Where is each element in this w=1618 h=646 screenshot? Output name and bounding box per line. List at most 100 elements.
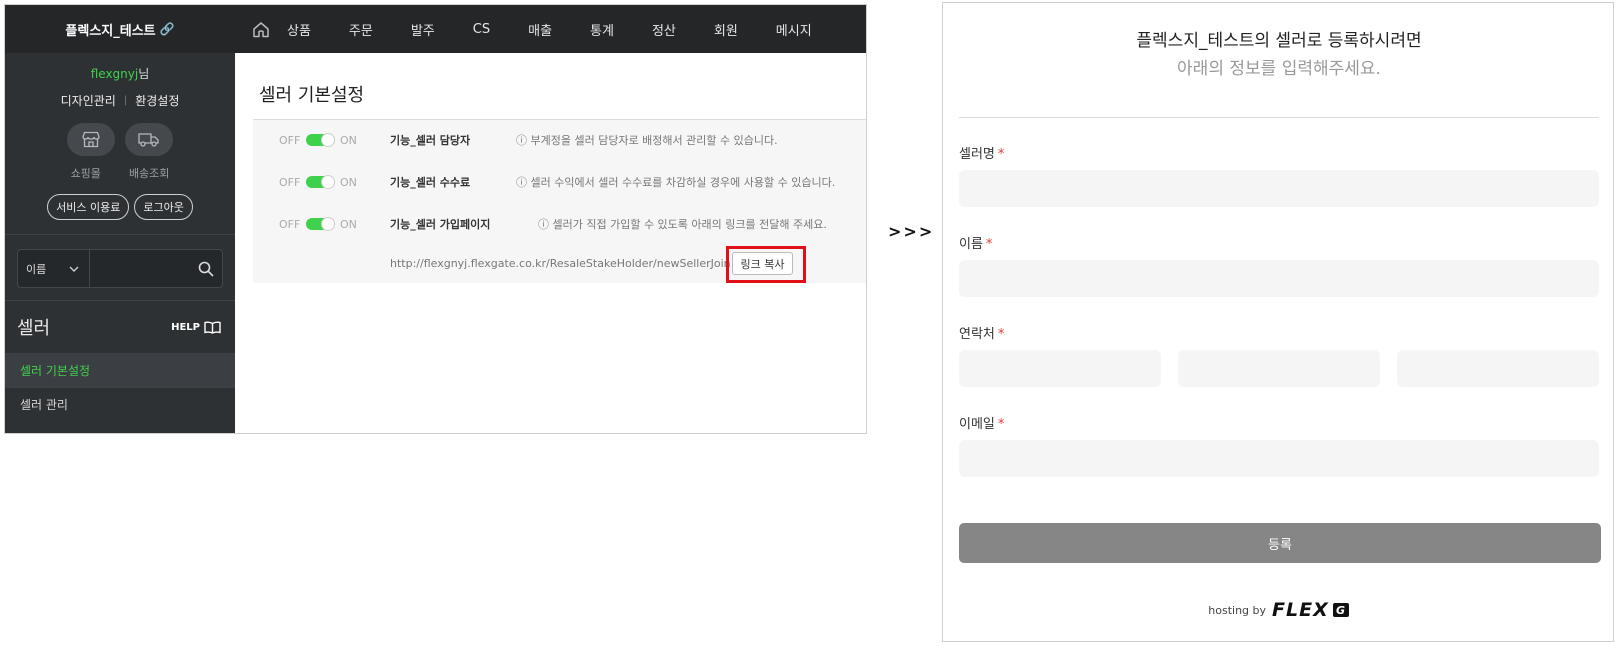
user-links: 디자인관리 | 환경설정 (5, 92, 235, 109)
field-label-text: 이름 (959, 237, 983, 252)
design-manage-link[interactable]: 디자인관리 (61, 92, 116, 109)
link-icon: 🔗 (159, 22, 175, 36)
nav-purchase-orders[interactable]: 발주 (411, 20, 435, 39)
required-mark: * (985, 237, 993, 252)
page-title: 셀러 기본설정 (259, 85, 365, 106)
admin-screen: 플렉스지_테스트 🔗 flexgnyj님 디자인관리 | 환경설정 쇼핑몰 배송… (4, 4, 867, 434)
join-url-row: http://flexgnyj.flexgate.co.kr/ResaleSta… (253, 246, 866, 283)
phone-label: 연락처 * (959, 323, 1004, 342)
feature-description: ⓘ 부계정을 셀러 담당자로 배정해서 관리할 수 있습니다. (516, 134, 778, 147)
seller-name-field[interactable] (959, 170, 1599, 207)
user-suffix: 님 (138, 67, 150, 81)
help-label: HELP (171, 321, 200, 333)
sidebar-divider (5, 234, 235, 235)
field-label-text: 연락처 (959, 327, 995, 342)
truck-icon (138, 133, 159, 147)
nav-members[interactable]: 회원 (714, 20, 738, 39)
form-subtitle: 아래의 정보를 입력해주세요. (1177, 59, 1381, 79)
section-header: 셀러 HELP (5, 301, 235, 353)
nav-stats[interactable]: 통계 (590, 20, 614, 39)
off-label: OFF (279, 175, 301, 189)
toggle-knob (321, 217, 335, 231)
sidebar-search: 이름 (17, 249, 223, 288)
chevron-down-icon (69, 266, 79, 272)
form-divider (959, 117, 1599, 118)
logo-badge: G (1332, 603, 1349, 617)
settings-panel: OFF ON 기능_셀러 담당자 ⓘ 부계정을 셀러 담당자로 배정해서 관리할… (253, 119, 866, 283)
field-label-text: 셀러명 (959, 147, 995, 162)
sidebar: 플렉스지_테스트 🔗 flexgnyj님 디자인관리 | 환경설정 쇼핑몰 배송… (5, 5, 235, 433)
off-label: OFF (279, 133, 301, 147)
service-fee-button[interactable]: 서비스 이용료 (47, 194, 130, 220)
main-content: 셀러 기본설정 OFF ON 기능_셀러 담당자 ⓘ 부계정을 셀러 담당자로 … (235, 53, 866, 433)
required-mark: * (997, 327, 1005, 342)
delivery-label: 배송조회 (128, 167, 170, 180)
quick-buttons (5, 123, 235, 156)
search-type-value: 이름 (26, 262, 47, 276)
off-label: OFF (279, 217, 301, 231)
hosting-footer: hosting by FLEX G (943, 599, 1615, 621)
required-mark: * (997, 417, 1005, 432)
brand-header[interactable]: 플렉스지_테스트 🔗 (5, 5, 235, 53)
feature-toggle[interactable] (306, 175, 335, 189)
search-input[interactable] (90, 250, 190, 287)
form-title: 플렉스지_테스트의 셀러로 등록하시려면 (1136, 31, 1422, 51)
search-icon (198, 261, 214, 277)
account-pills: 서비스 이용료 로그아웃 (5, 194, 235, 220)
nav-cs[interactable]: CS (473, 22, 490, 37)
user-id: flexgnyj (90, 67, 139, 81)
register-button[interactable]: 등록 (959, 523, 1601, 563)
phone-field-2[interactable] (1178, 350, 1380, 387)
help-button[interactable]: HELP (171, 320, 221, 334)
on-label: ON (340, 175, 357, 189)
feature-description: ⓘ 셀러가 직접 가입할 수 있도록 아래의 링크를 전달해 주세요. (538, 218, 827, 231)
menu-item-seller-manage[interactable]: 셀러 관리 (5, 387, 235, 421)
email-label: 이메일 * (959, 413, 1004, 432)
store-icon (82, 131, 100, 148)
feature-name: 기능_셀러 수수료 (390, 176, 471, 189)
feature-toggle[interactable] (306, 217, 335, 231)
name-field[interactable] (959, 260, 1599, 297)
logo-text: FLEX (1272, 599, 1329, 621)
name-label: 이름 * (959, 233, 992, 252)
feature-toggle[interactable] (306, 133, 335, 147)
toggle-knob (321, 175, 335, 189)
nav-settlement[interactable]: 정산 (652, 20, 676, 39)
transition-arrow: >>> (888, 222, 935, 241)
setting-row-commission: OFF ON 기능_셀러 수수료 ⓘ 셀러 수익에서 셀러 수수료를 차감하실 … (253, 172, 866, 192)
email-field[interactable] (959, 440, 1599, 477)
logout-button[interactable]: 로그아웃 (134, 194, 193, 220)
field-label-text: 이메일 (959, 417, 995, 432)
section-title: 셀러 (17, 318, 51, 339)
settings-link[interactable]: 환경설정 (135, 92, 179, 109)
phone-field-3[interactable] (1397, 350, 1599, 387)
nav-products[interactable]: 상품 (287, 20, 311, 39)
phone-field-1[interactable] (959, 350, 1161, 387)
seller-name-label: 셀러명 * (959, 143, 1004, 162)
nav-sales[interactable]: 매출 (528, 20, 552, 39)
seller-signup-form: 플렉스지_테스트의 셀러로 등록하시려면 아래의 정보를 입력해주세요. 셀러명… (942, 2, 1614, 642)
nav-orders[interactable]: 주문 (349, 20, 373, 39)
menu-item-seller-settings[interactable]: 셀러 기본설정 (5, 353, 235, 387)
link-separator: | (123, 95, 128, 106)
toggle-knob (321, 133, 335, 147)
delivery-button[interactable] (125, 123, 173, 156)
feature-name: 기능_셀러 가입페이지 (390, 218, 491, 231)
setting-row-manager: OFF ON 기능_셀러 담당자 ⓘ 부계정을 셀러 담당자로 배정해서 관리할… (253, 130, 866, 150)
svg-text:G: G (1336, 604, 1346, 617)
search-type-select[interactable]: 이름 (18, 250, 90, 287)
feature-name: 기능_셀러 담당자 (390, 134, 471, 147)
copy-link-button[interactable]: 링크 복사 (732, 252, 793, 275)
nav-messages[interactable]: 메시지 (776, 20, 812, 39)
shop-label: 쇼핑몰 (70, 167, 101, 180)
setting-row-join-page: OFF ON 기능_셀러 가입페이지 ⓘ 셀러가 직접 가입할 수 있도록 아래… (253, 214, 866, 234)
user-name: flexgnyj님 (5, 65, 235, 82)
required-mark: * (997, 147, 1005, 162)
on-label: ON (340, 217, 357, 231)
search-button[interactable] (190, 261, 222, 277)
quick-labels: 쇼핑몰 배송조회 (5, 165, 235, 181)
home-icon (253, 21, 269, 37)
shop-button[interactable] (67, 123, 115, 156)
user-info: flexgnyj님 디자인관리 | 환경설정 (5, 53, 235, 109)
home-button[interactable] (235, 21, 287, 38)
